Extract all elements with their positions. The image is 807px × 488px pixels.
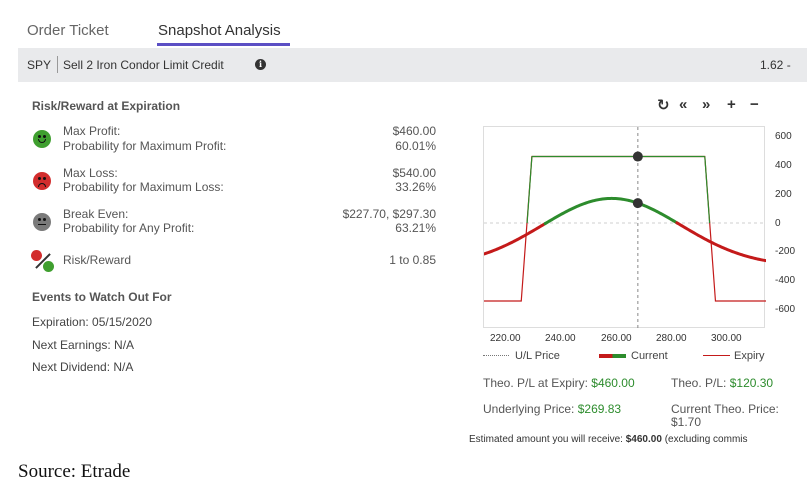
- expiry-profit-fall: [704, 156, 711, 224]
- prob-max-profit-label: Probability for Maximum Profit:: [63, 139, 227, 153]
- zoom-in-icon[interactable]: +: [727, 96, 736, 113]
- next-dividend: Next Dividend: N/A: [32, 360, 134, 374]
- x-tick: 300.00: [711, 333, 742, 344]
- prob-any-profit-value: 63.21%: [395, 221, 436, 235]
- x-tick: 220.00: [490, 333, 521, 344]
- x-tick: 240.00: [545, 333, 576, 344]
- neutral-face-icon: [33, 213, 51, 231]
- double-chevron-left-icon[interactable]: «: [679, 96, 687, 113]
- tab-snapshot-analysis[interactable]: Snapshot Analysis: [158, 22, 281, 39]
- prob-max-loss-value: 33.26%: [395, 180, 436, 194]
- theo-pl-expiry: Theo. P/L at Expiry: $460.00: [483, 376, 635, 390]
- events-title: Events to Watch Out For: [32, 290, 172, 304]
- pl-chart[interactable]: [483, 126, 766, 329]
- zoom-out-icon[interactable]: −: [750, 96, 759, 113]
- risk-reward-label: Risk/Reward: [63, 253, 132, 267]
- double-chevron-right-icon[interactable]: »: [702, 96, 710, 113]
- pl-chart-svg: [484, 127, 766, 329]
- current-loss-segment: [675, 221, 766, 263]
- risk-reward-icon: [31, 250, 57, 274]
- x-tick: 260.00: [601, 333, 632, 344]
- symbol-label: SPY: [27, 58, 52, 72]
- expiry-profit-rise: [526, 156, 533, 224]
- info-icon[interactable]: i: [255, 59, 266, 70]
- current-theo-price-value: $1.70: [671, 415, 702, 429]
- y-tick: 0: [775, 218, 781, 229]
- theo-pl: Theo. P/L: $120.30: [671, 376, 774, 390]
- current-loss-segment: [484, 222, 547, 256]
- strategy-label: Sell 2 Iron Condor Limit Credit: [63, 58, 224, 72]
- estimated-amount-value: $460.00: [625, 434, 662, 445]
- y-tick: -200: [775, 246, 796, 257]
- legend-current: Current: [631, 350, 668, 362]
- current-profit-segment: [543, 196, 679, 226]
- risk-reward-value: 1 to 0.85: [389, 253, 436, 267]
- expiry-marker: [632, 151, 643, 162]
- legend-expiry-swatch: [703, 355, 730, 356]
- tab-order-ticket[interactable]: Order Ticket: [27, 22, 109, 39]
- theo-pl-value: $120.30: [729, 376, 774, 390]
- break-even-label: Break Even:: [63, 207, 129, 221]
- current-theo-price-label: Current Theo. Price:: [671, 402, 779, 416]
- max-loss-label: Max Loss:: [63, 166, 118, 180]
- source-caption: Source: Etrade: [18, 461, 131, 482]
- expiration-date: Expiration: 05/15/2020: [32, 315, 153, 329]
- underlying-price: Underlying Price: $269.83: [483, 402, 622, 416]
- price-label: 1.62 -: [760, 58, 791, 72]
- sad-face-icon: [33, 172, 51, 190]
- refresh-icon[interactable]: ↻: [657, 96, 670, 114]
- legend-ul-price: U/L Price: [515, 350, 560, 362]
- theo-pl-expiry-value: $460.00: [591, 376, 635, 390]
- risk-reward-title: Risk/Reward at Expiration: [32, 99, 181, 113]
- prob-max-profit-value: 60.01%: [395, 139, 436, 153]
- y-tick: 600: [775, 131, 792, 142]
- prob-any-profit-label: Probability for Any Profit:: [63, 221, 195, 235]
- happy-face-icon: [33, 130, 51, 148]
- header-divider: [57, 56, 58, 73]
- y-tick: -600: [775, 304, 796, 315]
- max-loss-value: $540.00: [392, 166, 436, 180]
- legend-expiry: Expiry: [734, 350, 765, 362]
- break-even-value: $227.70, $297.30: [342, 207, 436, 221]
- expiry-series-line: [484, 155, 766, 302]
- legend-current-swatch: [599, 354, 626, 358]
- max-profit-label: Max Profit:: [63, 124, 121, 138]
- active-tab-indicator: [157, 43, 290, 46]
- prob-max-loss-label: Probability for Maximum Loss:: [63, 180, 224, 194]
- y-tick: -400: [775, 275, 796, 286]
- y-tick: 400: [775, 160, 792, 171]
- max-profit-value: $460.00: [392, 124, 436, 138]
- x-tick: 280.00: [656, 333, 687, 344]
- current-marker: [632, 198, 643, 209]
- y-tick: 200: [775, 189, 792, 200]
- underlying-price-value: $269.83: [577, 402, 622, 416]
- legend-ul-price-swatch: [483, 355, 509, 356]
- estimated-amount: Estimated amount you will receive: $460.…: [469, 434, 748, 445]
- next-earnings: Next Earnings: N/A: [32, 338, 135, 352]
